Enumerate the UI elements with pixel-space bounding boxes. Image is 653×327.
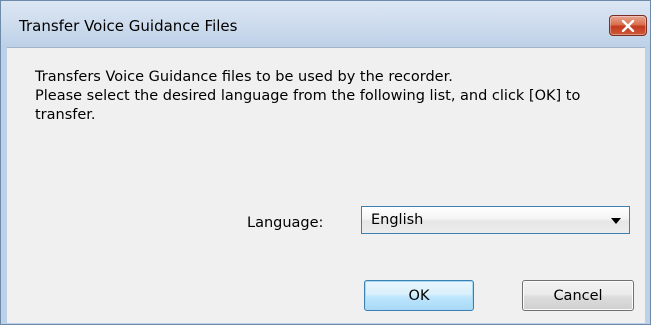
dialog-window: Transfer Voice Guidance Files Transfers … [0, 0, 651, 325]
language-select[interactable]: English [361, 206, 630, 234]
language-label: Language: [247, 215, 324, 231]
language-select-value: English [371, 212, 424, 228]
window-title: Transfer Voice Guidance Files [19, 17, 238, 35]
cancel-button-label: Cancel [553, 287, 603, 304]
close-icon [621, 19, 635, 32]
title-bar[interactable]: Transfer Voice Guidance Files [1, 1, 650, 47]
description-text: Transfers Voice Guidance files to be use… [35, 68, 630, 125]
dialog-body: Transfers Voice Guidance files to be use… [7, 47, 645, 323]
ok-button[interactable]: OK [364, 280, 474, 311]
description-line: Transfers Voice Guidance files to be use… [35, 69, 453, 85]
close-button[interactable] [609, 15, 647, 36]
cancel-button[interactable]: Cancel [522, 280, 634, 311]
description-line: Please select the desired language from … [35, 88, 581, 104]
description-line: transfer. [35, 107, 96, 123]
ok-button-label: OK [408, 287, 430, 304]
chevron-down-icon [611, 218, 621, 224]
